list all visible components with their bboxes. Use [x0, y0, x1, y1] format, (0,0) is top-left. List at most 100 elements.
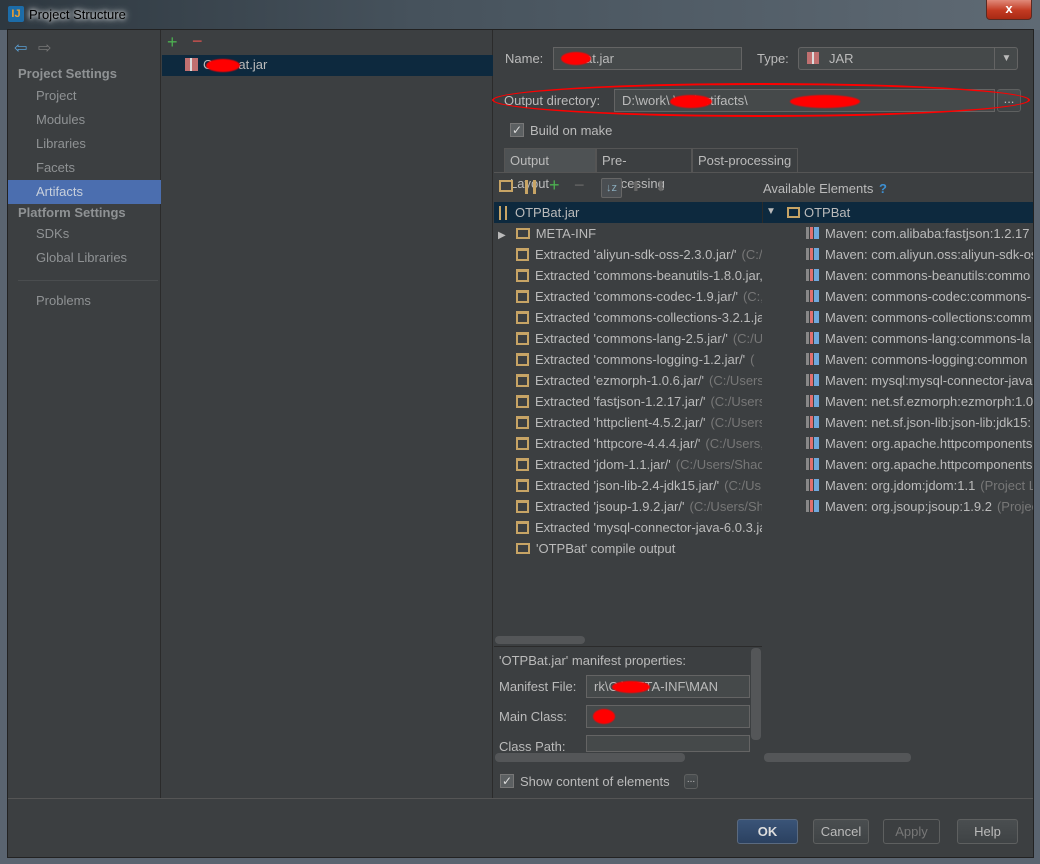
tree-row-label: Extracted 'commons-codec-1.9.jar/'	[535, 289, 738, 304]
tree-row[interactable]: Extracted 'mysql-connector-java-6.0.3.ja	[516, 517, 762, 538]
library-icon	[806, 227, 819, 239]
tree-row[interactable]: Extracted 'jsoup-1.9.2.jar/' (C:/Users/Sh	[516, 496, 762, 517]
available-element-row[interactable]: Maven: commons-collections:comm	[806, 307, 1033, 328]
sidebar-item-facets[interactable]: Facets	[8, 156, 161, 180]
add-artifact-button[interactable]: +	[167, 32, 178, 53]
available-element-row[interactable]: Maven: com.aliyun.oss:aliyun-sdk-os	[806, 244, 1033, 265]
extracted-archive-icon	[516, 332, 529, 345]
move-up-icon[interactable]: ⬆	[630, 178, 642, 195]
available-element-row[interactable]: Maven: commons-lang:commons-la	[806, 328, 1033, 349]
library-icon	[806, 395, 819, 407]
library-icon	[806, 479, 819, 491]
available-element-row[interactable]: Maven: mysql:mysql-connector-java	[806, 370, 1033, 391]
available-element-row[interactable]: Maven: org.apache.httpcomponents	[806, 433, 1033, 454]
available-element-row[interactable]: Maven: net.sf.ezmorph:ezmorph:1.0	[806, 391, 1033, 412]
tree-row[interactable]: Extracted 'httpclient-4.5.2.jar/' (C:/Use…	[516, 412, 762, 433]
tree-row[interactable]: Extracted 'commons-beanutils-1.8.0.jar,	[516, 265, 762, 286]
tree-row-label: Extracted 'httpcore-4.4.4.jar/'	[535, 436, 701, 451]
available-element-label: Maven: net.sf.ezmorph:ezmorph:1.0	[825, 394, 1033, 409]
horizontal-scrollbar[interactable]	[495, 636, 585, 644]
sidebar-item-global-libraries[interactable]: Global Libraries	[8, 246, 161, 270]
tree-row[interactable]: Extracted 'ezmorph-1.0.6.jar/' (C:/Users	[516, 370, 762, 391]
tab-pre-processing[interactable]: Pre-processing	[596, 148, 692, 191]
archive-icon[interactable]	[525, 180, 536, 194]
available-element-row[interactable]: Maven: com.alibaba:fastjson:1.2.17(	[806, 223, 1033, 244]
tree-row[interactable]: Extracted 'jdom-1.1.jar/' (C:/Users/Shac	[516, 454, 762, 475]
horizontal-scrollbar[interactable]	[495, 753, 685, 762]
tree-row-label: Extracted 'commons-collections-3.2.1.ja	[535, 310, 762, 325]
horizontal-scrollbar[interactable]	[764, 753, 911, 762]
sidebar-item-project[interactable]: Project	[8, 84, 161, 108]
platform-settings-header: Platform Settings	[18, 205, 126, 220]
tab-post-processing[interactable]: Post-processing	[692, 148, 798, 172]
available-element-row[interactable]: Maven: commons-codec:commons-	[806, 286, 1033, 307]
library-icon	[806, 353, 819, 365]
type-select[interactable]: JAR ▼	[798, 47, 1018, 70]
tree-row-label: Extracted 'commons-lang-2.5.jar/'	[535, 331, 728, 346]
available-element-row[interactable]: Maven: net.sf.json-lib:json-lib:jdk15:	[806, 412, 1033, 433]
available-element-row[interactable]: Maven: org.jsoup:jsoup:1.9.2 (Projec	[806, 496, 1033, 517]
extracted-archive-icon	[516, 395, 529, 408]
vertical-scrollbar[interactable]	[751, 648, 761, 740]
remove-artifact-button[interactable]: −	[192, 31, 203, 52]
remove-element-button[interactable]: −	[574, 175, 585, 196]
available-root[interactable]: OTPBat	[804, 205, 850, 220]
expand-arrow-icon[interactable]: ▼	[766, 206, 776, 217]
available-element-label: Maven: commons-collections:comm	[825, 310, 1032, 325]
intellij-app-icon: IJ	[8, 6, 24, 22]
sidebar-item-libraries[interactable]: Libraries	[8, 132, 161, 156]
more-options-button[interactable]: ...	[684, 774, 698, 789]
manifest-file-input[interactable]: rk\C \META-INF\MAN	[586, 675, 750, 698]
back-arrow-icon[interactable]: ⇦	[14, 38, 27, 58]
help-icon[interactable]: ?	[879, 181, 887, 196]
forward-arrow-icon[interactable]: ⇨	[38, 38, 51, 58]
tree-row[interactable]: Extracted 'json-lib-2.4-jdk15.jar/' (C:/U…	[516, 475, 762, 496]
class-path-input[interactable]	[586, 735, 750, 752]
sidebar-item-sdks[interactable]: SDKs	[8, 222, 161, 246]
tree-row[interactable]: Extracted 'aliyun-sdk-oss-2.3.0.jar/' (C:…	[516, 244, 762, 265]
redaction-mark	[206, 59, 240, 72]
build-on-make-checkbox[interactable]: ✓	[510, 123, 524, 137]
available-element-row[interactable]: Maven: org.apache.httpcomponents	[806, 454, 1033, 475]
apply-button[interactable]: Apply	[883, 819, 940, 844]
build-on-make-label: Build on make	[530, 123, 613, 138]
tree-row[interactable]: Extracted 'fastjson-1.2.17.jar/' (C:/User…	[516, 391, 762, 412]
sidebar: ⇦ ⇨ Project Settings Project Modules Libra…	[8, 30, 161, 798]
tree-row[interactable]: Extracted 'httpcore-4.4.4.jar/' (C:/Users…	[516, 433, 762, 454]
cancel-button[interactable]: Cancel	[813, 819, 869, 844]
available-element-row[interactable]: Maven: commons-beanutils:commo	[806, 265, 1033, 286]
sidebar-item-problems[interactable]: Problems	[8, 289, 161, 313]
library-icon	[806, 332, 819, 344]
tab-output-layout[interactable]: Output Layout	[504, 148, 596, 191]
tree-row-label: Extracted 'aliyun-sdk-oss-2.3.0.jar/'	[535, 247, 737, 262]
tree-row-label: Extracted 'fastjson-1.2.17.jar/'	[535, 394, 706, 409]
tree-row[interactable]: Extracted 'commons-collections-3.2.1.ja	[516, 307, 762, 328]
sidebar-item-artifacts[interactable]: Artifacts	[8, 180, 161, 204]
jar-gift-icon	[185, 58, 198, 71]
available-element-label: Maven: commons-lang:commons-la	[825, 331, 1031, 346]
new-directory-icon[interactable]	[499, 180, 513, 192]
available-element-row[interactable]: Maven: commons-logging:common	[806, 349, 1033, 370]
tree-row[interactable]: Extracted 'commons-lang-2.5.jar/' (C:/U	[516, 328, 762, 349]
chevron-down-icon[interactable]: ▼	[994, 48, 1017, 69]
move-down-icon[interactable]: ⬇	[655, 178, 667, 195]
sidebar-item-modules[interactable]: Modules	[8, 108, 161, 132]
sort-alphabetically-icon[interactable]: ↓z	[601, 178, 622, 198]
tree-row[interactable]: ▶ META-INF	[498, 223, 758, 244]
ok-button[interactable]: OK	[737, 819, 798, 844]
show-content-checkbox[interactable]: ✓	[500, 774, 514, 788]
available-element-label: Maven: org.jsoup:jsoup:1.9.2	[825, 499, 992, 514]
close-button[interactable]: x	[986, 0, 1032, 20]
artifact-list-item[interactable]: Cat.jar	[162, 55, 493, 76]
help-button[interactable]: Help	[957, 819, 1018, 844]
add-element-button[interactable]: +	[549, 175, 560, 196]
tree-row[interactable]: 'OTPBat' compile output	[516, 538, 762, 559]
tree-row-hint: (C:/Users	[710, 415, 762, 430]
layout-root[interactable]: OTPBat.jar	[515, 205, 579, 220]
tree-row[interactable]: Extracted 'commons-logging-1.2.jar/' (	[516, 349, 762, 370]
expand-arrow-icon[interactable]: ▶	[498, 230, 506, 241]
tree-row[interactable]: Extracted 'commons-codec-1.9.jar/' (C:,	[516, 286, 762, 307]
available-element-row[interactable]: Maven: org.jdom:jdom:1.1 (Project L	[806, 475, 1033, 496]
available-element-label: Maven: org.apache.httpcomponents	[825, 457, 1033, 472]
library-icon	[806, 269, 819, 281]
